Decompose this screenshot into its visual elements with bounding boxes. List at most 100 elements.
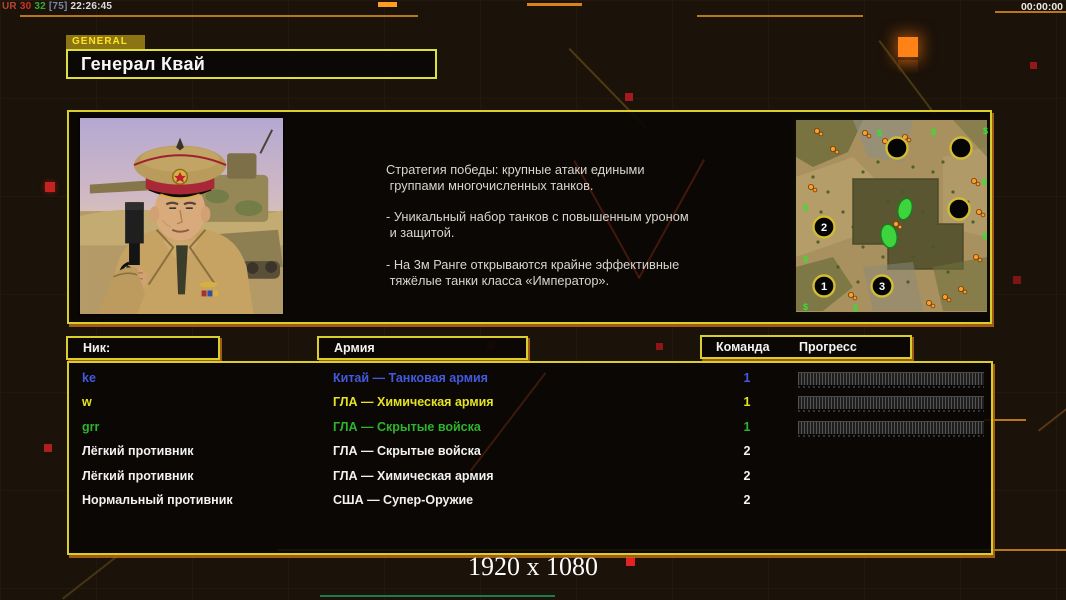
players-panel: ke Китай — Танковая армия 1 w ГЛА — Химическ… xyxy=(67,361,993,555)
tree-dot xyxy=(836,265,840,269)
money-symbol-icon: $ xyxy=(877,128,882,138)
tree-dot xyxy=(886,200,890,204)
supply-pile-icon xyxy=(848,291,855,298)
supply-pile-icon xyxy=(957,285,964,292)
player-team: 1 xyxy=(743,371,751,385)
hud-value-3: [75] xyxy=(48,1,68,12)
player-army: ГЛА — Химическая армия xyxy=(333,395,494,410)
start-position-number: 2 xyxy=(821,222,827,234)
column-header-team-progress: Команда Прогресс xyxy=(700,335,912,359)
start-position-marker[interactable]: 2 xyxy=(812,215,836,239)
player-row[interactable]: Лёгкий противник ГЛА — Скрытые войска 2 xyxy=(69,439,991,463)
start-position-number: 3 xyxy=(879,281,885,293)
supply-pile-icon xyxy=(941,293,948,300)
player-row[interactable]: w ГЛА — Химическая армия 1 xyxy=(69,390,991,414)
supply-pile-icon xyxy=(977,257,983,263)
supply-pile-icon xyxy=(975,181,981,187)
player-row[interactable]: Нормальный противник США — Супер-Оружие 2 xyxy=(69,488,991,512)
column-header-army: Армия xyxy=(317,336,528,360)
tree-dot xyxy=(841,210,845,214)
supply-pile-icon xyxy=(897,224,903,230)
tab-general[interactable]: GENERAL xyxy=(66,35,145,49)
tree-dot xyxy=(931,245,935,249)
match-timer: 00:00:00 xyxy=(1020,1,1063,13)
start-position-marker[interactable] xyxy=(885,136,909,160)
map-preview[interactable]: $ $ $ $ $ $ $ $ $2 1 3 xyxy=(793,117,990,315)
tree-dot xyxy=(941,160,945,164)
supply-pile-icon xyxy=(946,297,952,303)
supply-pile-icon xyxy=(970,178,977,185)
general-portrait-illustration xyxy=(80,118,283,314)
start-position-number: 1 xyxy=(821,281,827,293)
player-row[interactable]: Лёгкий противник ГЛА — Химическая армия 2 xyxy=(69,464,991,488)
tree-dot xyxy=(811,175,815,179)
supply-pile-icon xyxy=(980,212,986,218)
player-row[interactable]: ke Китай — Танковая армия 1 xyxy=(69,366,991,390)
supply-pile-icon xyxy=(852,295,858,301)
player-army: ГЛА — Скрытые войска xyxy=(333,444,481,459)
supply-pile-icon xyxy=(807,184,814,191)
tree-dot xyxy=(951,190,955,194)
player-team: 1 xyxy=(743,395,751,410)
supply-pile-icon xyxy=(906,137,912,143)
decor-square-red xyxy=(625,93,633,101)
player-army: Китай — Танковая армия xyxy=(333,371,488,385)
player-team: 1 xyxy=(743,419,751,434)
supply-pile-icon xyxy=(818,131,824,137)
column-header-nick: Ник: xyxy=(66,336,220,360)
start-position-marker[interactable]: 1 xyxy=(812,274,836,298)
decor-dash xyxy=(378,2,397,7)
decor-square-red xyxy=(44,444,52,452)
player-nick: Лёгкий противник xyxy=(82,468,194,483)
tree-dot xyxy=(911,255,915,259)
start-position-marker[interactable]: 3 xyxy=(870,274,894,298)
tree-dot xyxy=(901,190,905,194)
player-team: 2 xyxy=(743,444,751,459)
player-army: ГЛА — Скрытые войска xyxy=(333,419,481,434)
supply-pile-icon xyxy=(830,145,837,152)
supply-pile-icon xyxy=(812,187,818,193)
player-nick: Лёгкий противник xyxy=(82,444,194,459)
player-team: 2 xyxy=(743,468,751,483)
start-position-marker[interactable] xyxy=(947,197,971,221)
money-symbol-icon: $ xyxy=(982,231,987,241)
player-nick: ke xyxy=(82,371,96,385)
supply-pile-icon xyxy=(862,129,869,136)
hud-label: UR xyxy=(2,1,17,12)
supply-pile-icon xyxy=(813,127,820,134)
start-position-marker[interactable] xyxy=(949,136,973,160)
tree-dot xyxy=(856,280,860,284)
tree-dot xyxy=(881,255,885,259)
tree-dot xyxy=(861,245,865,249)
decor-square-red xyxy=(1013,276,1021,284)
tree-dot xyxy=(826,190,830,194)
minimap-svg: $ $ $ $ $ $ $ $ $2 1 3 xyxy=(793,117,990,315)
supply-pile-icon xyxy=(962,289,968,295)
player-progress-bar xyxy=(798,396,984,413)
decor-square-red xyxy=(656,343,663,350)
player-nick: grr xyxy=(82,419,100,434)
decor-square-orange xyxy=(898,37,918,57)
tree-dot xyxy=(931,170,935,174)
hud-clock: 22:26:45 xyxy=(70,1,113,12)
general-briefing-text: Стратегия победы: крупные атаки едиными … xyxy=(386,162,689,288)
supply-pile-icon xyxy=(925,299,932,306)
decor-diagonal xyxy=(1038,393,1066,432)
tree-dot xyxy=(921,210,925,214)
tree-dot xyxy=(816,240,820,244)
supply-pile-icon xyxy=(834,149,840,155)
player-row[interactable]: grr ГЛА — Скрытые войска 1 xyxy=(69,415,991,439)
player-progress-bar xyxy=(798,372,984,388)
supply-pile-icon xyxy=(866,133,872,139)
tree-dot xyxy=(851,225,855,229)
player-army: США — Супер-Оружие xyxy=(333,493,474,507)
decor-square-red xyxy=(45,182,55,192)
money-symbol-icon: $ xyxy=(983,126,988,136)
supply-pile-icon xyxy=(930,303,936,309)
hud-value-2: 32 xyxy=(34,1,46,12)
decor-square-red xyxy=(1030,62,1037,69)
player-nick: Нормальный противник xyxy=(82,493,233,507)
money-symbol-icon: $ xyxy=(853,303,858,313)
general-title-box: Генерал Квай xyxy=(66,49,437,79)
column-header-progress: Прогресс xyxy=(799,340,857,354)
